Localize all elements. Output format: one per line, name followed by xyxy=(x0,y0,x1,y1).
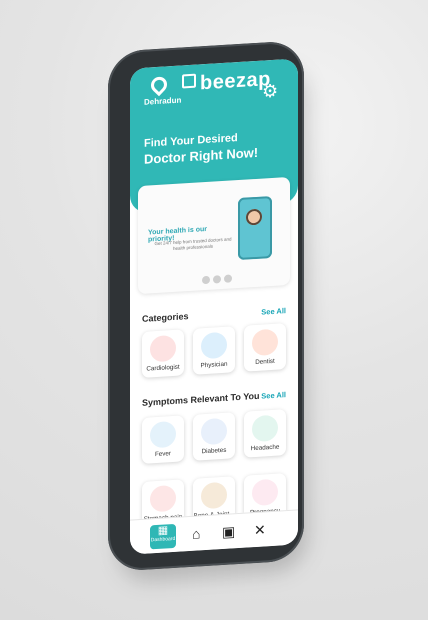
dashboard-tab[interactable]: ▦ Dashboard xyxy=(150,523,176,550)
physician-icon xyxy=(201,331,227,360)
home-icon[interactable]: ⌂ xyxy=(192,525,206,542)
symptoms-title: Symptoms Relevant To You xyxy=(142,390,260,408)
location-selector[interactable]: Dehradun xyxy=(144,73,182,107)
carousel-dot[interactable] xyxy=(224,274,232,283)
heart-icon xyxy=(150,334,176,363)
tools-icon[interactable]: ✕ xyxy=(254,521,268,538)
carousel-dot[interactable] xyxy=(213,275,221,284)
categories-see-all-link[interactable]: See All xyxy=(261,306,286,317)
location-label: Dehradun xyxy=(144,95,182,107)
category-label: Physician xyxy=(200,360,228,370)
bone-joint-icon xyxy=(201,481,227,510)
headache-icon xyxy=(252,414,278,443)
symptom-label: Fever xyxy=(154,450,172,459)
carousel-dot[interactable] xyxy=(202,275,210,285)
settings-icon[interactable]: ⚙ xyxy=(262,81,280,102)
stomach-icon xyxy=(150,484,176,513)
tooth-icon xyxy=(252,328,278,357)
category-label: Cardiologist xyxy=(146,363,180,373)
brand-logo: beezap xyxy=(182,68,271,96)
app-screen: Dehradun beezap ⚙ Find Your Desired Doct… xyxy=(130,58,298,555)
symptom-card-headache[interactable]: Headache xyxy=(244,409,286,458)
category-card-cardiologist[interactable]: Cardiologist xyxy=(142,329,184,378)
fever-icon xyxy=(150,420,176,449)
diabetes-icon xyxy=(201,417,227,446)
category-label: Dentist xyxy=(255,357,275,366)
calendar-icon[interactable]: ▣ xyxy=(222,523,236,540)
symptoms-see-all-link[interactable]: See All xyxy=(261,390,286,401)
categories-title: Categories xyxy=(142,311,189,324)
symptom-cards-row-1: Fever Diabetes Headache xyxy=(142,409,286,464)
symptom-card-fever[interactable]: Fever xyxy=(142,415,184,464)
symptom-card-diabetes[interactable]: Diabetes xyxy=(193,412,235,461)
phone-frame: Dehradun beezap ⚙ Find Your Desired Doct… xyxy=(108,40,304,572)
tablet-illustration xyxy=(238,195,272,261)
category-card-physician[interactable]: Physician xyxy=(193,326,235,375)
category-cards: Cardiologist Physician Dentist xyxy=(142,323,286,378)
symptom-label: Diabetes xyxy=(201,446,227,456)
logo-icon xyxy=(182,73,196,89)
pregnancy-icon xyxy=(252,478,278,507)
brand-name: beezap xyxy=(200,68,271,95)
location-pin-icon xyxy=(147,73,171,97)
dashboard-label: Dashboard xyxy=(150,535,176,544)
symptom-label: Headache xyxy=(250,443,280,453)
category-card-dentist[interactable]: Dentist xyxy=(244,323,286,372)
